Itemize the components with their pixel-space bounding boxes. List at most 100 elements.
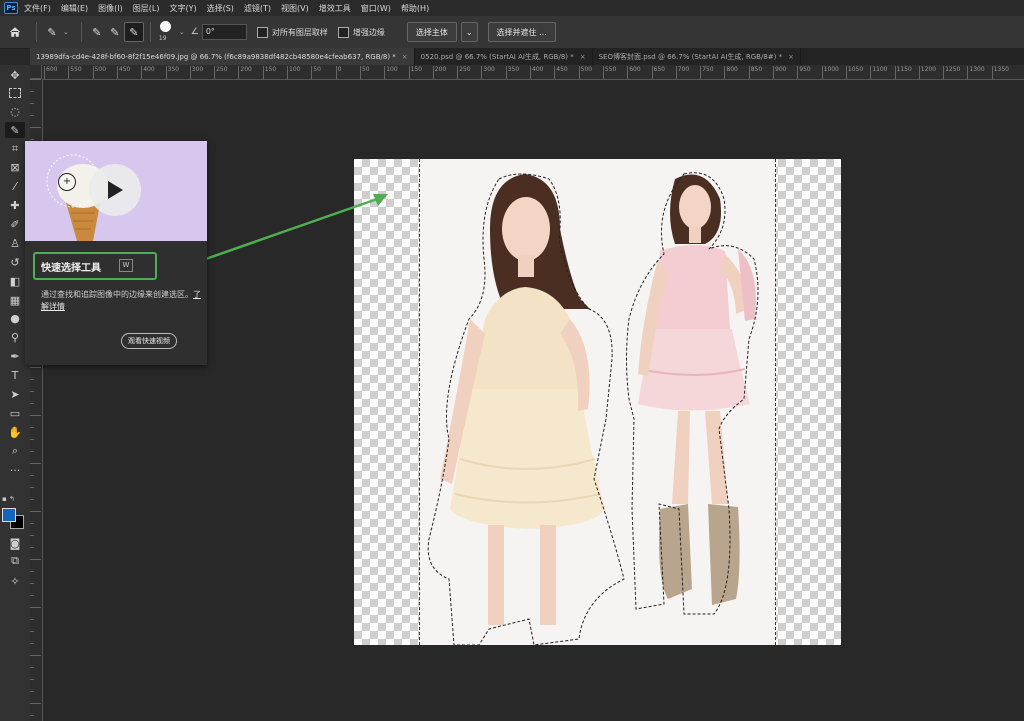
menu-view[interactable]: 视图(V) (281, 3, 309, 14)
document-tabs: 13989dfa-cd4e-428f-bf60-8f2f15e46f09.jpg… (30, 48, 1024, 65)
quick-select-icon[interactable]: ✎ (5, 122, 25, 138)
menu-filter[interactable]: 滤镜(T) (244, 3, 271, 14)
healing-brush-icon[interactable]: ✚ (5, 197, 25, 213)
history-brush-icon[interactable]: ↺ (5, 254, 25, 270)
ruler-tick (30, 115, 34, 116)
ruler-tick (30, 367, 41, 368)
more-tools-icon[interactable]: ··· (5, 462, 25, 478)
menu-layer[interactable]: 图层(L) (133, 3, 160, 14)
ruler-tick (116, 66, 118, 79)
close-icon[interactable]: × (402, 53, 408, 61)
menu-plugins[interactable]: 增效工具 (319, 3, 351, 14)
play-icon[interactable] (89, 164, 141, 216)
tab-document-3[interactable]: SEO博客封面.psd @ 66.7% (StartAI AI生成, RGB/8… (593, 48, 801, 65)
home-icon[interactable] (0, 22, 30, 42)
blur-icon[interactable]: ● (5, 310, 25, 326)
select-and-mask-button[interactable]: 选择并遮住 ... (487, 22, 556, 42)
horizontal-ruler[interactable]: 600 550 500 450 400 350 300 250 200 150 100 50 0 50 10… (42, 65, 1024, 80)
ruler-tick (311, 66, 313, 79)
close-icon[interactable]: × (580, 53, 586, 61)
tab-label: 0520.psd @ 66.7% (StartAI AI生成, RGB/8) * (420, 52, 574, 61)
move-icon[interactable]: ✥ (5, 67, 25, 83)
tooltip-preview[interactable]: + (25, 141, 207, 241)
brush-icon[interactable]: ✐ (5, 216, 25, 232)
ruler-tick (30, 439, 34, 440)
ruler-tick (30, 619, 34, 620)
frame-icon[interactable]: ⊠ (5, 159, 25, 175)
brush-size-picker[interactable]: 19 (157, 18, 179, 46)
ruler-tick (92, 66, 94, 79)
ruler-tick (30, 103, 34, 104)
ruler-tick (30, 691, 34, 692)
clone-stamp-icon[interactable]: ♙ (5, 235, 25, 251)
zoom-icon[interactable]: ⌕ (5, 443, 25, 459)
enhance-edge-label: 增强边缘 (352, 27, 385, 37)
close-icon[interactable]: × (788, 53, 794, 61)
menu-image[interactable]: 图像(I) (98, 3, 123, 14)
ruler-label: 0 (337, 66, 342, 73)
shortcut-key-badge: W (119, 259, 133, 272)
ruler-label: 150 (264, 66, 277, 73)
menu-type[interactable]: 文字(Y) (169, 3, 196, 14)
ruler-tick (432, 66, 434, 79)
swap-colors-icon[interactable]: ▪ ↰ (2, 495, 28, 503)
ruler-label: 500 (580, 66, 593, 73)
ruler-tick (214, 66, 216, 79)
lasso-icon[interactable]: ◌ (5, 103, 25, 119)
quick-select-preset-icon[interactable]: ✎ (43, 23, 61, 41)
ruler-tick (700, 66, 702, 79)
enhance-edge-checkbox[interactable] (337, 26, 349, 38)
menu-select[interactable]: 选择(S) (207, 3, 234, 14)
subtract-from-selection-icon[interactable]: ✎ (123, 22, 144, 42)
ruler-tick (30, 523, 34, 524)
ruler-tick (797, 66, 799, 79)
pen-icon[interactable]: ✒ (5, 348, 25, 364)
add-to-selection-icon[interactable]: ✎ (106, 23, 124, 41)
ruler-tick (30, 667, 34, 668)
ruler-tick (918, 66, 920, 79)
angle-input[interactable]: 0° (201, 24, 247, 40)
eraser-icon[interactable]: ◧ (5, 273, 25, 289)
quick-mask-icon[interactable]: ◙ (5, 535, 25, 551)
ruler-label: 900 (775, 66, 787, 73)
menu-file[interactable]: 文件(F) (24, 3, 51, 14)
menu-window[interactable]: 窗口(W) (361, 3, 391, 14)
foreground-color-swatch[interactable] (2, 508, 16, 522)
new-selection-icon[interactable]: ✎ (88, 23, 106, 41)
watch-video-button[interactable]: 观看快速视频 (121, 333, 177, 349)
marquee-icon[interactable] (5, 85, 25, 101)
ruler-tick (359, 66, 361, 79)
rectangle-icon[interactable]: ▭ (5, 405, 25, 421)
chevron-down-icon[interactable]: ⌄ (63, 28, 69, 36)
ruler-tick (30, 547, 34, 548)
tab-document-2[interactable]: 0520.psd @ 66.7% (StartAI AI生成, RGB/8) *… (415, 48, 593, 65)
menu-edit[interactable]: 编辑(E) (61, 3, 88, 14)
ruler-tick (30, 391, 34, 392)
ruler-tick (30, 703, 41, 704)
ruler-label: 350 (507, 66, 520, 73)
dodge-icon[interactable]: ⚲ (5, 329, 25, 345)
ruler-tick (870, 66, 872, 79)
chevron-down-icon[interactable]: ⌄ (179, 28, 185, 36)
gradient-icon[interactable]: ▦ (5, 292, 25, 308)
tab-label: 13989dfa-cd4e-428f-bf60-8f2f15e46f09.jpg… (36, 52, 396, 61)
ruler-tick (30, 403, 34, 404)
hand-icon[interactable]: ✋ (5, 424, 25, 440)
path-select-icon[interactable]: ➤ (5, 386, 25, 402)
tab-document-1[interactable]: 13989dfa-cd4e-428f-bf60-8f2f15e46f09.jpg… (30, 48, 415, 65)
eyedropper-icon[interactable]: ⁄ (5, 178, 25, 194)
ai-tool-icon[interactable]: ✧ (5, 573, 25, 589)
select-subject-dropdown[interactable]: ⌄ (460, 22, 478, 42)
type-icon[interactable]: T (5, 367, 25, 383)
crop-icon[interactable]: ⌗ (5, 141, 25, 157)
screen-mode-icon[interactable]: ⧉ (5, 553, 25, 569)
select-subject-button[interactable]: 选择主体 (406, 22, 457, 42)
menu-help[interactable]: 帮助(H) (401, 3, 429, 14)
ruler-label: 1050 (847, 66, 864, 73)
ruler-label: 450 (556, 66, 568, 73)
ruler-tick (554, 66, 556, 79)
ruler-tick (30, 487, 34, 488)
sample-all-layers-checkbox[interactable] (256, 26, 268, 38)
ruler-tick (578, 66, 580, 79)
sample-all-layers-label: 对所有图层取样 (271, 27, 328, 37)
